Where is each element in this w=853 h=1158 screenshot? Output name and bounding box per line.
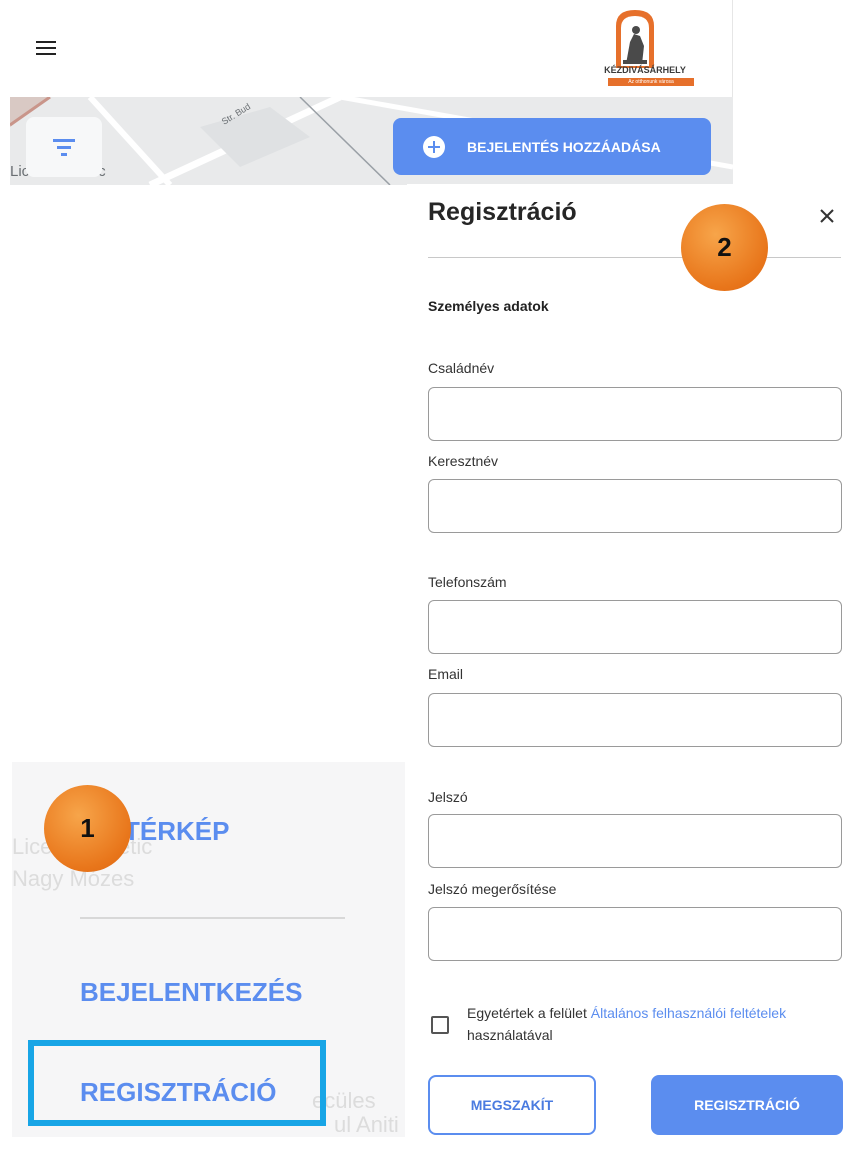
password-field[interactable] bbox=[428, 814, 842, 868]
filter-button[interactable] bbox=[26, 117, 102, 177]
last-name-field[interactable] bbox=[428, 387, 842, 441]
highlight-box bbox=[28, 1040, 326, 1126]
filter-icon bbox=[53, 139, 75, 160]
monument-logo-icon bbox=[616, 10, 654, 68]
phone-field[interactable] bbox=[428, 600, 842, 654]
password-label: Jelszó bbox=[428, 789, 468, 805]
phone-label: Telefonszám bbox=[428, 574, 507, 590]
add-report-button[interactable]: BEJELENTÉS HOZZÁADÁSA bbox=[393, 118, 711, 175]
menu-divider bbox=[80, 917, 345, 919]
close-icon[interactable] bbox=[817, 206, 837, 226]
email-field[interactable] bbox=[428, 693, 842, 747]
terms-text: Egyetértek a felület Általános felhaszná… bbox=[467, 1002, 827, 1046]
city-logo[interactable]: KÉZDIVÁSÁRHELY Az otthonunk városa bbox=[590, 8, 700, 92]
side-menu-crop: Liceul Teoretic Nagy Mózes ecüles ul Ani… bbox=[12, 762, 405, 1137]
menu-item-map[interactable]: TÉRKÉP bbox=[124, 816, 229, 847]
step-badge-2: 2 bbox=[681, 204, 768, 291]
hamburger-menu-icon[interactable] bbox=[36, 41, 56, 57]
terms-link[interactable]: Általános felhasználói feltételek bbox=[591, 1005, 786, 1021]
section-title: Személyes adatok bbox=[428, 298, 549, 314]
first-name-field[interactable] bbox=[428, 479, 842, 533]
register-button[interactable]: REGISZTRÁCIÓ bbox=[651, 1075, 843, 1135]
add-report-label: BEJELENTÉS HOZZÁADÁSA bbox=[467, 138, 661, 155]
cancel-button[interactable]: MEGSZAKÍT bbox=[428, 1075, 596, 1135]
terms-checkbox[interactable] bbox=[431, 1016, 449, 1034]
app-header: KÉZDIVÁSÁRHELY Az otthonunk városa bbox=[0, 0, 733, 97]
password-confirm-field[interactable] bbox=[428, 907, 842, 961]
map-label: ul Aniti bbox=[334, 1112, 399, 1137]
terms-suffix: használatával bbox=[467, 1027, 553, 1043]
logo-text: KÉZDIVÁSÁRHELY bbox=[604, 65, 686, 75]
last-name-label: Családnév bbox=[428, 360, 495, 376]
map-view[interactable]: Liceul Teoretic Str. Bud BEJELENTÉS HOZZ… bbox=[10, 97, 733, 185]
plus-circle-icon bbox=[423, 135, 445, 158]
menu-item-login[interactable]: BEJELENTKEZÉS bbox=[80, 977, 303, 1008]
email-label: Email bbox=[428, 666, 464, 682]
step-badge-1: 1 bbox=[44, 785, 131, 872]
panel-divider bbox=[428, 257, 841, 258]
panel-title: Regisztráció bbox=[428, 198, 577, 226]
logo-subtext: Az otthonunk városa bbox=[608, 78, 694, 86]
registration-panel: Regisztráció 2 Személyes adatok Családné… bbox=[407, 184, 853, 1158]
password-confirm-label: Jelszó megerősítése bbox=[428, 881, 557, 897]
first-name-label: Keresztnév bbox=[428, 453, 499, 469]
terms-prefix: Egyetértek a felület bbox=[467, 1005, 591, 1021]
